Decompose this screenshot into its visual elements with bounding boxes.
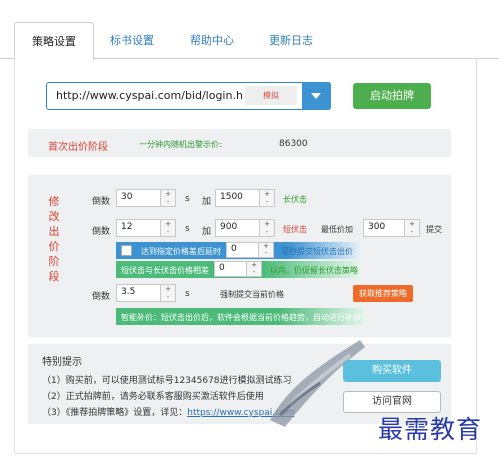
delay-after-text: 毫秒提交短伏击出价 xyxy=(281,247,353,256)
stepper-buttons[interactable]: + - xyxy=(160,190,175,206)
countdown-label: 倒数 xyxy=(92,227,111,237)
url-dropdown-button[interactable] xyxy=(302,82,331,110)
increment-icon[interactable]: + xyxy=(260,220,274,228)
modify-stage-char: 出 xyxy=(48,225,60,238)
add-label: 加 xyxy=(202,197,212,207)
decrement-icon[interactable]: - xyxy=(259,250,273,257)
force-submit-countdown-stepper[interactable]: 3.5 + - xyxy=(116,284,176,302)
first-stage-label: 首次出价阶段 xyxy=(48,142,108,153)
price-gap-stepper[interactable]: 0 + - xyxy=(214,261,262,277)
modify-stage-char: 段 xyxy=(48,270,60,283)
notes-title: 特别提示 xyxy=(42,357,82,368)
hand-cursor-image xyxy=(270,340,365,427)
min-price-add-stepper[interactable]: 300 + - xyxy=(363,219,420,237)
stepper-value: 12 xyxy=(121,222,133,232)
decrement-icon[interactable]: - xyxy=(161,198,175,206)
price-gap-text: 短伏击与长伏击价格相差 xyxy=(121,266,209,275)
decrement-icon[interactable]: - xyxy=(247,269,261,276)
add-label: 加 xyxy=(202,227,212,237)
price-gap-after-text: 以内，仍促留长伏击策略 xyxy=(270,266,358,275)
short-ambush-add-stepper[interactable]: 900 + - xyxy=(215,219,275,237)
stepper-value: 0 xyxy=(231,244,237,254)
stepper-buttons[interactable]: + - xyxy=(259,220,274,236)
long-ambush-tag: 长伏击 xyxy=(283,195,307,204)
modify-stage-char: 修 xyxy=(48,195,60,208)
modify-stage-char: 阶 xyxy=(48,255,60,268)
unit-seconds: s xyxy=(185,194,190,204)
decrement-icon[interactable]: - xyxy=(260,198,274,206)
countdown-label: 倒数 xyxy=(92,292,111,302)
tab-bid-settings[interactable]: 标书设置 xyxy=(97,22,167,59)
stepper-value: 0 xyxy=(219,263,225,273)
simulate-button[interactable]: 模拟 xyxy=(245,86,297,105)
modify-stage-char: 价 xyxy=(48,240,60,253)
unit-seconds: s xyxy=(185,289,190,299)
stepper-value: 3.5 xyxy=(121,287,136,297)
min-price-add-label: 最低价加 xyxy=(321,225,353,234)
stepper-value: 300 xyxy=(368,222,386,232)
unit-seconds: s xyxy=(185,224,190,234)
notes-line-2: （2）正式拍牌前，请务必联系客服购买激活软件后使用 xyxy=(42,392,264,402)
increment-icon[interactable]: + xyxy=(161,220,175,228)
delay-ms-stepper[interactable]: 0 + - xyxy=(226,242,274,258)
tab-update-log[interactable]: 更新日志 xyxy=(256,22,326,59)
increment-icon[interactable]: + xyxy=(260,190,274,198)
long-ambush-add-stepper[interactable]: 1500 + - xyxy=(215,189,275,207)
force-submit-label: 强制提交当前价格 xyxy=(220,290,284,299)
modify-stage-label: 修 改 出 价 阶 段 xyxy=(47,194,61,284)
short-ambush-countdown-stepper[interactable]: 12 + - xyxy=(116,219,176,237)
warning-price-value: 86300 xyxy=(279,139,308,149)
notes-line-3-text: （3）《推荐拍牌策略》设置，详见： xyxy=(42,408,188,418)
stepper-value: 900 xyxy=(220,222,238,232)
tab-strategy-settings[interactable]: 策略设置 xyxy=(14,22,94,61)
stepper-value: 1500 xyxy=(220,192,243,202)
stepper-buttons[interactable]: + - xyxy=(160,285,175,301)
increment-icon[interactable]: + xyxy=(161,285,175,293)
stepper-buttons[interactable]: + - xyxy=(160,220,175,236)
decrement-icon[interactable]: - xyxy=(161,293,175,301)
smart-note-text: 智能补价：短伏击出价后，软件会根据当前价格趋势，自动进行补价 xyxy=(121,313,361,322)
increment-icon[interactable]: + xyxy=(161,190,175,198)
get-recommended-strategy-button[interactable]: 获取推荐策略 xyxy=(353,285,413,302)
long-ambush-countdown-stepper[interactable]: 30 + - xyxy=(116,189,176,207)
first-stage-desc: 一分钟内随机出警示价: xyxy=(139,140,222,149)
modify-stage-char: 改 xyxy=(48,210,60,223)
tab-bar: 策略设置 标书设置 帮助中心 更新日志 xyxy=(0,22,499,61)
stepper-value: 30 xyxy=(121,192,133,202)
start-bidding-button[interactable]: 启动拍牌 xyxy=(353,83,431,109)
submit-label: 提交 xyxy=(426,225,442,234)
short-ambush-tag: 短伏击 xyxy=(283,225,307,234)
stepper-buttons[interactable]: + - xyxy=(258,243,273,257)
countdown-label: 倒数 xyxy=(92,197,111,207)
stepper-buttons[interactable]: + - xyxy=(404,220,419,236)
stepper-buttons[interactable]: + - xyxy=(246,262,261,276)
delay-checkbox[interactable] xyxy=(121,245,132,256)
delay-text: 达到指定价格差后延时 xyxy=(141,247,221,256)
url-text: http://www.cyspai.com/bid/login.h xyxy=(56,89,243,102)
decrement-icon[interactable]: - xyxy=(161,228,175,236)
tab-help-center[interactable]: 帮助中心 xyxy=(177,22,247,59)
increment-icon[interactable]: + xyxy=(405,220,419,228)
chevron-down-icon xyxy=(311,93,321,99)
watermark-logo: 最需教育 xyxy=(378,415,483,444)
stepper-buttons[interactable]: + - xyxy=(259,190,274,206)
decrement-icon[interactable]: - xyxy=(405,228,419,236)
decrement-icon[interactable]: - xyxy=(260,228,274,236)
